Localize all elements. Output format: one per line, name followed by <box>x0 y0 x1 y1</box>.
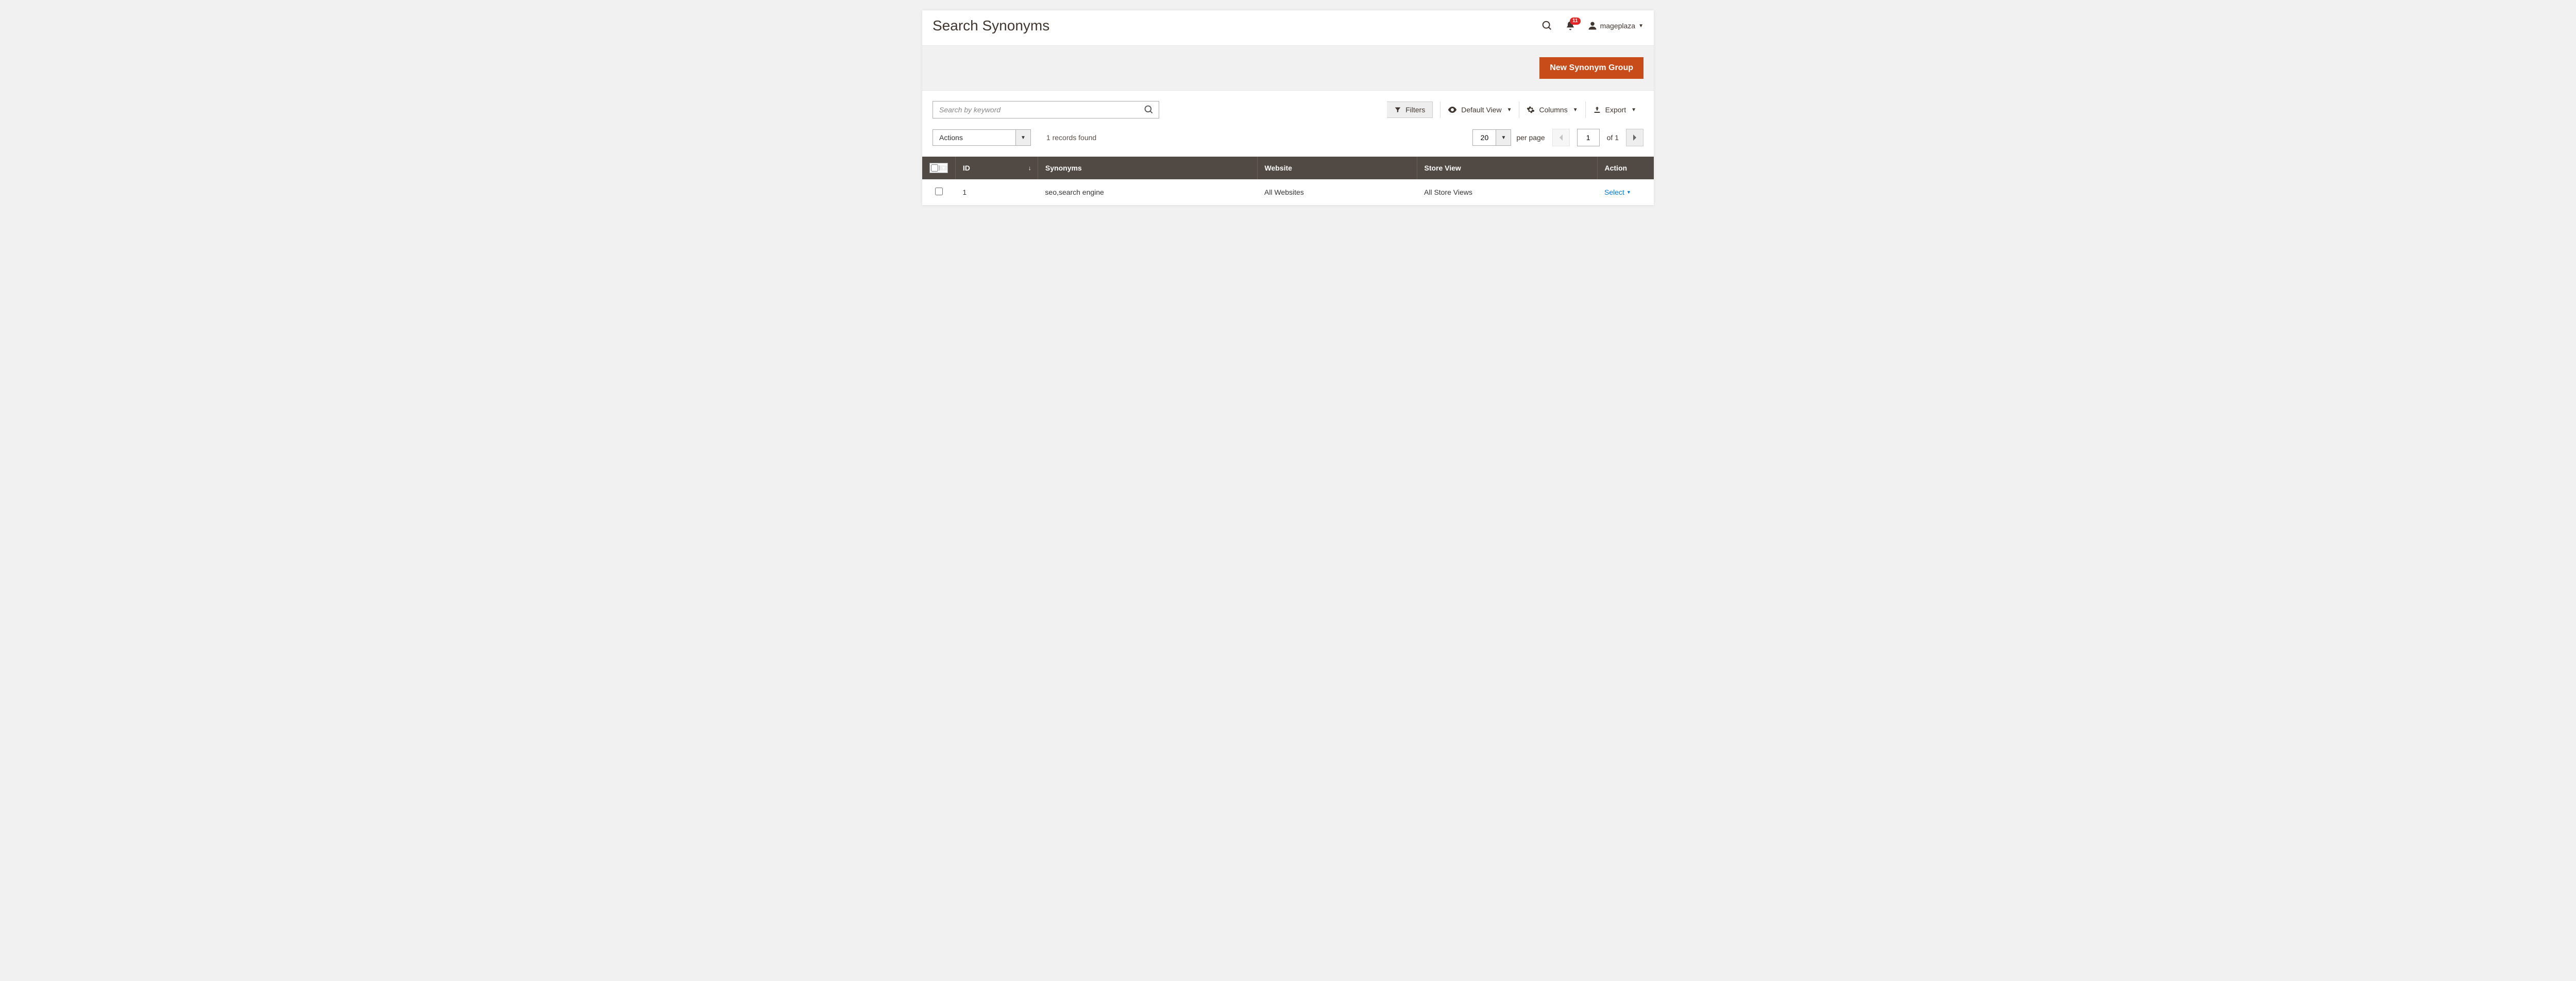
row-id-cell: 1 <box>955 179 1038 206</box>
row-store-view-cell: All Store Views <box>1417 179 1597 206</box>
pager: of 1 <box>1552 129 1643 146</box>
export-button[interactable]: Export ▼ <box>1585 102 1643 118</box>
columns-label: Columns <box>1539 106 1567 114</box>
table-row[interactable]: 1 seo,search engine All Websites All Sto… <box>922 179 1654 206</box>
col-id[interactable]: ID ↓ <box>955 157 1038 179</box>
username-label: mageplaza <box>1600 22 1636 30</box>
toolbar-mid-right: ▼ per page of 1 <box>1472 129 1643 146</box>
search-button[interactable] <box>1139 101 1159 119</box>
records-found-label: 1 records found <box>1046 133 1096 142</box>
actions-select-label: Actions <box>933 130 1015 145</box>
col-id-label: ID <box>963 164 970 172</box>
funnel-icon <box>1394 106 1401 113</box>
select-all-control[interactable]: ▼ <box>929 163 948 173</box>
page-title: Search Synonyms <box>933 18 1049 34</box>
actions-select-toggle[interactable]: ▼ <box>1015 130 1030 145</box>
export-label: Export <box>1605 106 1626 114</box>
prev-page-button[interactable] <box>1552 129 1570 146</box>
select-all-dropdown[interactable]: ▼ <box>939 165 947 171</box>
row-website-cell: All Websites <box>1257 179 1417 206</box>
toolbar-mid: Actions ▼ 1 records found ▼ per page of … <box>922 126 1654 157</box>
caret-down-icon: ▼ <box>1631 107 1636 113</box>
header-actions: 11 mageplaza ▼ <box>1541 20 1643 31</box>
filters-label: Filters <box>1405 106 1425 114</box>
row-synonyms-cell: seo,search engine <box>1038 179 1257 206</box>
search-wrap <box>933 101 1159 119</box>
col-store-view[interactable]: Store View <box>1417 157 1597 179</box>
caret-down-icon: ▼ <box>1573 107 1578 113</box>
tool-group: Filters Default View ▼ Columns ▼ Export … <box>1387 102 1643 118</box>
grid-body: 1 seo,search engine All Websites All Sto… <box>922 179 1654 206</box>
col-action: Action <box>1597 157 1654 179</box>
gear-icon <box>1527 106 1535 114</box>
col-select-all: ▼ <box>922 157 955 179</box>
row-action-cell: Select ▼ <box>1597 179 1654 206</box>
per-page-input[interactable] <box>1473 130 1496 145</box>
current-page-input[interactable] <box>1577 129 1600 146</box>
col-store-view-label: Store View <box>1425 164 1461 172</box>
search-input[interactable] <box>933 101 1159 119</box>
search-icon[interactable] <box>1541 20 1553 31</box>
columns-button[interactable]: Columns ▼ <box>1519 102 1585 118</box>
caret-down-icon: ▼ <box>1501 135 1506 141</box>
sort-desc-icon: ↓ <box>1028 164 1031 172</box>
per-page-control: ▼ per page <box>1472 129 1545 146</box>
chevron-right-icon <box>1632 134 1637 141</box>
caret-down-icon: ▼ <box>1638 23 1643 29</box>
per-page-toggle[interactable]: ▼ <box>1496 130 1511 145</box>
user-menu[interactable]: mageplaza ▼ <box>1588 21 1643 30</box>
total-pages-label: of 1 <box>1607 133 1619 142</box>
caret-down-icon: ▼ <box>1626 190 1631 195</box>
col-synonyms[interactable]: Synonyms <box>1038 157 1257 179</box>
filters-button[interactable]: Filters <box>1387 102 1433 118</box>
export-icon <box>1593 106 1601 114</box>
per-page-label: per page <box>1516 133 1545 142</box>
row-checkbox-cell <box>922 179 955 206</box>
page-header: Search Synonyms 11 mageplaza ▼ <box>922 10 1654 46</box>
action-bar: New Synonym Group <box>922 46 1654 91</box>
caret-down-icon: ▼ <box>1021 135 1026 141</box>
default-view-label: Default View <box>1461 106 1501 114</box>
toolbar-mid-left: Actions ▼ 1 records found <box>933 129 1096 146</box>
grid-header: ▼ ID ↓ Synonyms Website Store View Actio… <box>922 157 1654 179</box>
magnifier-icon <box>1144 105 1154 115</box>
notifications-badge: 11 <box>1570 18 1581 25</box>
col-website[interactable]: Website <box>1257 157 1417 179</box>
user-icon <box>1588 21 1597 30</box>
row-checkbox[interactable] <box>935 188 943 195</box>
page-container: Search Synonyms 11 mageplaza ▼ New Synon… <box>922 10 1654 206</box>
notifications-icon[interactable]: 11 <box>1565 21 1575 31</box>
data-grid: ▼ ID ↓ Synonyms Website Store View Actio… <box>922 157 1654 206</box>
row-action-label: Select <box>1604 188 1624 196</box>
toolbar-top: Filters Default View ▼ Columns ▼ Export … <box>922 91 1654 126</box>
row-action-select[interactable]: Select ▼ <box>1604 188 1631 196</box>
new-synonym-group-button[interactable]: New Synonym Group <box>1539 57 1643 79</box>
col-action-label: Action <box>1605 164 1628 172</box>
default-view-button[interactable]: Default View ▼ <box>1440 102 1519 118</box>
col-website-label: Website <box>1265 164 1292 172</box>
next-page-button[interactable] <box>1626 129 1643 146</box>
select-all-checkbox[interactable] <box>931 164 938 172</box>
chevron-left-icon <box>1558 134 1564 141</box>
caret-down-icon: ▼ <box>1507 107 1512 113</box>
col-synonyms-label: Synonyms <box>1045 164 1082 172</box>
per-page-input-wrap: ▼ <box>1472 129 1511 146</box>
eye-icon <box>1448 106 1457 113</box>
actions-select[interactable]: Actions ▼ <box>933 129 1031 146</box>
